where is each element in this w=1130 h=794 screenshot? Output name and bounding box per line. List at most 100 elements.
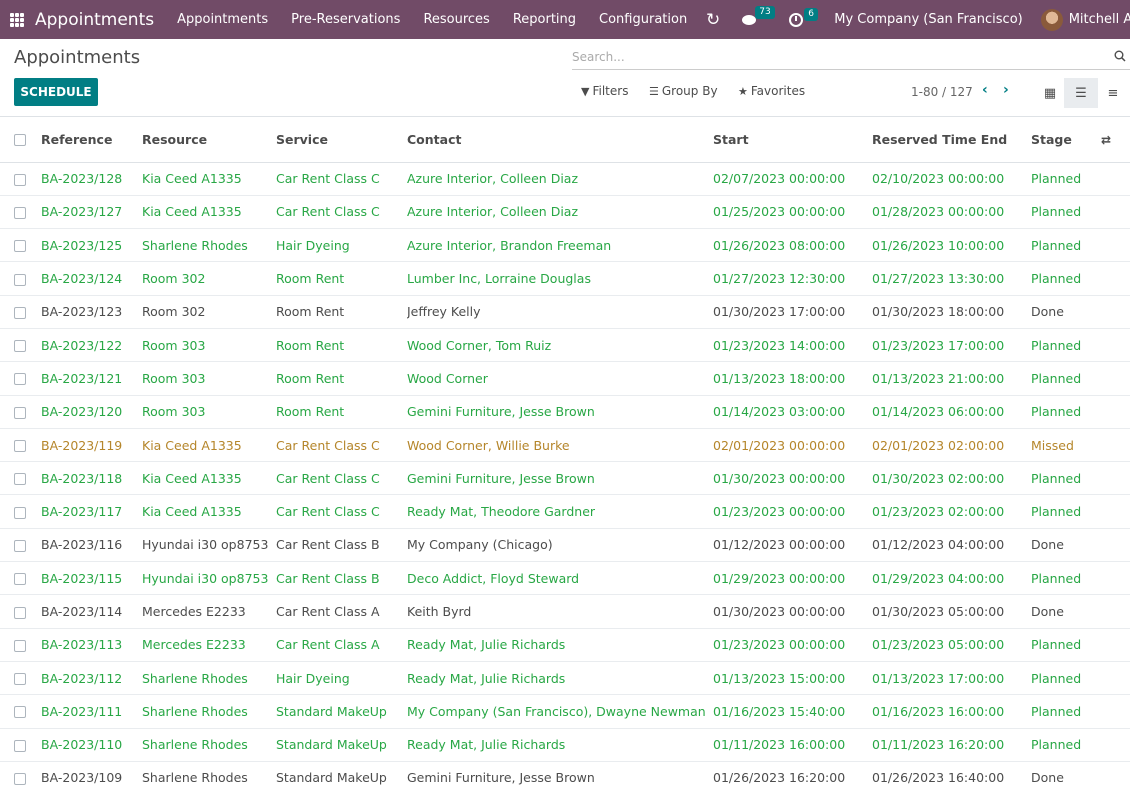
pager-value[interactable]: 1-80 / 127 (911, 85, 973, 99)
row-end[interactable]: 02/01/2023 02:00:00 (872, 428, 1031, 463)
chat-icon[interactable]: 73 (742, 5, 775, 27)
row-checkbox-cell[interactable] (0, 361, 41, 396)
row-end[interactable]: 01/30/2023 02:00:00 (872, 461, 1031, 496)
row-reference[interactable]: BA-2023/109 (41, 761, 142, 794)
row-reference[interactable]: BA-2023/127 (41, 195, 142, 230)
pager-previous-icon[interactable]: ‹ (982, 82, 988, 98)
row-service[interactable]: Car Rent Class A (276, 628, 407, 662)
row-checkbox[interactable] (14, 406, 26, 419)
table-row[interactable]: BA-2023/128 Kia Ceed A1335 Car Rent Class … (0, 162, 1130, 196)
row-contact[interactable]: Keith Byrd (407, 594, 713, 629)
row-end[interactable]: 01/30/2023 18:00:00 (872, 295, 1031, 329)
app-brand[interactable]: Appointments (35, 10, 154, 30)
row-resource[interactable]: Room 302 (142, 295, 276, 329)
table-row[interactable]: BA-2023/118 Kia Ceed A1335 Car Rent Class … (0, 461, 1130, 496)
favorites-button[interactable]: ★ Favorites (738, 84, 805, 98)
row-checkbox[interactable] (14, 306, 26, 319)
row-resource[interactable]: Sharlene Rhodes (142, 761, 276, 794)
row-checkbox[interactable] (14, 673, 26, 686)
menu-reporting[interactable]: Reporting (513, 12, 576, 27)
row-reference[interactable]: BA-2023/123 (41, 295, 142, 329)
row-checkbox[interactable] (14, 273, 26, 286)
column-stage[interactable]: Stage (1031, 117, 1101, 163)
pager-next-icon[interactable]: › (1003, 82, 1009, 98)
row-service[interactable]: Car Rent Class C (276, 494, 407, 529)
row-checkbox-cell[interactable] (0, 428, 41, 463)
row-stage[interactable]: Planned (1031, 628, 1101, 662)
row-reference[interactable]: BA-2023/116 (41, 528, 142, 563)
row-reference[interactable]: BA-2023/124 (41, 261, 142, 296)
row-stage[interactable]: Planned (1031, 661, 1101, 696)
table-row[interactable]: BA-2023/117 Kia Ceed A1335 Car Rent Class … (0, 494, 1130, 529)
row-stage[interactable]: Planned (1031, 195, 1101, 230)
row-checkbox[interactable] (14, 173, 26, 186)
row-resource[interactable]: Mercedes E2233 (142, 628, 276, 662)
table-row[interactable]: BA-2023/121 Room 303 Room Rent Wood Corner 0… (0, 361, 1130, 396)
row-stage[interactable]: Missed (1031, 428, 1101, 463)
row-stage[interactable]: Planned (1031, 228, 1101, 263)
row-checkbox-cell[interactable] (0, 328, 41, 363)
row-checkbox[interactable] (14, 739, 26, 752)
table-row[interactable]: BA-2023/120 Room 303 Room Rent Gemini Furni… (0, 395, 1130, 429)
row-end[interactable]: 01/16/2023 16:00:00 (872, 694, 1031, 729)
row-end[interactable]: 01/27/2023 13:30:00 (872, 261, 1031, 296)
row-reference[interactable]: BA-2023/114 (41, 594, 142, 629)
row-end[interactable]: 01/23/2023 05:00:00 (872, 628, 1031, 662)
row-reference[interactable]: BA-2023/121 (41, 361, 142, 396)
row-checkbox-cell[interactable] (0, 561, 41, 596)
row-resource[interactable]: Sharlene Rhodes (142, 694, 276, 729)
row-checkbox[interactable] (14, 206, 26, 219)
table-row[interactable]: BA-2023/113 Mercedes E2233 Car Rent Class … (0, 628, 1130, 662)
row-checkbox-cell[interactable] (0, 528, 41, 563)
row-stage[interactable]: Planned (1031, 395, 1101, 429)
row-reference[interactable]: BA-2023/119 (41, 428, 142, 463)
row-service[interactable]: Car Rent Class B (276, 528, 407, 563)
row-resource[interactable]: Hyundai i30 op8753 (142, 528, 276, 563)
row-contact[interactable]: Lumber Inc, Lorraine Douglas (407, 261, 713, 296)
row-checkbox[interactable] (14, 440, 26, 453)
row-reference[interactable]: BA-2023/112 (41, 661, 142, 696)
row-resource[interactable]: Kia Ceed A1335 (142, 162, 276, 196)
row-start[interactable]: 01/12/2023 00:00:00 (713, 528, 872, 563)
row-end[interactable]: 02/10/2023 00:00:00 (872, 162, 1031, 196)
row-end[interactable]: 01/12/2023 04:00:00 (872, 528, 1031, 563)
row-checkbox-cell[interactable] (0, 228, 41, 263)
row-stage[interactable]: Done (1031, 594, 1101, 629)
row-contact[interactable]: Jeffrey Kelly (407, 295, 713, 329)
row-service[interactable]: Room Rent (276, 395, 407, 429)
row-checkbox[interactable] (14, 772, 26, 785)
row-reference[interactable]: BA-2023/113 (41, 628, 142, 662)
table-row[interactable]: BA-2023/110 Sharlene Rhodes Standard MakeU… (0, 728, 1130, 762)
menu-configuration[interactable]: Configuration (599, 12, 687, 27)
table-row[interactable]: BA-2023/127 Kia Ceed A1335 Car Rent Class … (0, 195, 1130, 230)
row-contact[interactable]: Azure Interior, Brandon Freeman (407, 228, 713, 263)
row-checkbox-cell[interactable] (0, 461, 41, 496)
row-reference[interactable]: BA-2023/120 (41, 395, 142, 429)
row-service[interactable]: Standard MakeUp (276, 694, 407, 729)
row-contact[interactable]: Ready Mat, Julie Richards (407, 728, 713, 762)
schedule-button[interactable]: SCHEDULE (14, 78, 98, 106)
row-stage[interactable]: Planned (1031, 461, 1101, 496)
row-resource[interactable]: Sharlene Rhodes (142, 228, 276, 263)
row-checkbox[interactable] (14, 473, 26, 486)
row-resource[interactable]: Room 303 (142, 361, 276, 396)
row-end[interactable]: 01/11/2023 16:20:00 (872, 728, 1031, 762)
row-service[interactable]: Car Rent Class C (276, 162, 407, 196)
row-resource[interactable]: Sharlene Rhodes (142, 661, 276, 696)
row-checkbox[interactable] (14, 573, 26, 586)
row-stage[interactable]: Planned (1031, 561, 1101, 596)
app-menu-icon[interactable] (10, 12, 24, 27)
column-start[interactable]: Start (713, 117, 872, 163)
row-resource[interactable]: Kia Ceed A1335 (142, 428, 276, 463)
column-contact[interactable]: Contact (407, 117, 713, 163)
row-start[interactable]: 01/13/2023 15:00:00 (713, 661, 872, 696)
row-checkbox[interactable] (14, 240, 26, 253)
row-checkbox[interactable] (14, 506, 26, 519)
row-start[interactable]: 01/30/2023 17:00:00 (713, 295, 872, 329)
row-resource[interactable]: Room 303 (142, 328, 276, 363)
row-service[interactable]: Standard MakeUp (276, 728, 407, 762)
row-start[interactable]: 02/07/2023 00:00:00 (713, 162, 872, 196)
row-checkbox[interactable] (14, 340, 26, 353)
row-checkbox-cell[interactable] (0, 261, 41, 296)
row-start[interactable]: 01/11/2023 16:00:00 (713, 728, 872, 762)
